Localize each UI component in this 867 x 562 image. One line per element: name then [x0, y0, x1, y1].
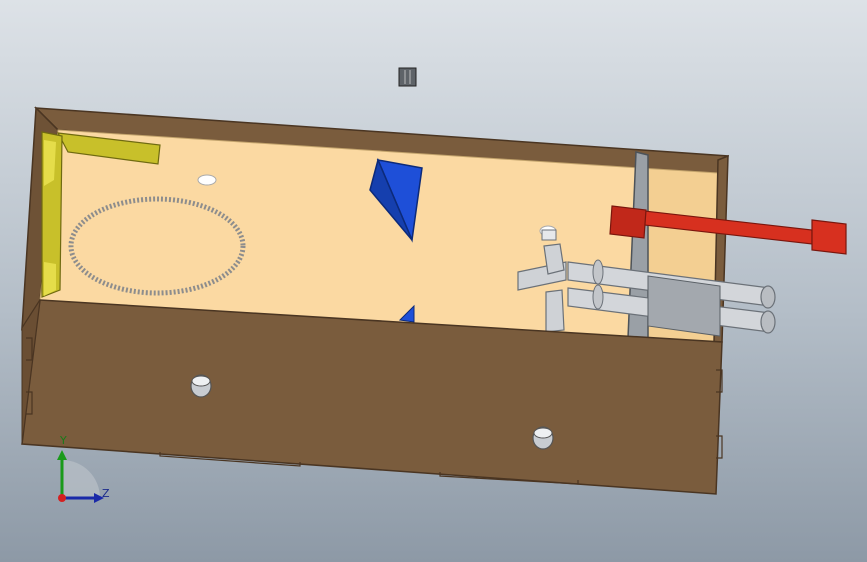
model-scene[interactable] — [0, 0, 867, 562]
floating-clip-part[interactable] — [398, 67, 417, 87]
3d-viewport[interactable]: Y Z — [0, 0, 867, 562]
front-peg[interactable] — [532, 426, 554, 450]
axis-triad-icon — [57, 450, 104, 503]
front-peg[interactable] — [190, 374, 212, 398]
axis-triad: Y Z — [40, 434, 120, 518]
y-axis-label: Y — [60, 434, 67, 447]
floor-hole — [197, 174, 217, 186]
z-axis-label: Z — [102, 487, 110, 500]
